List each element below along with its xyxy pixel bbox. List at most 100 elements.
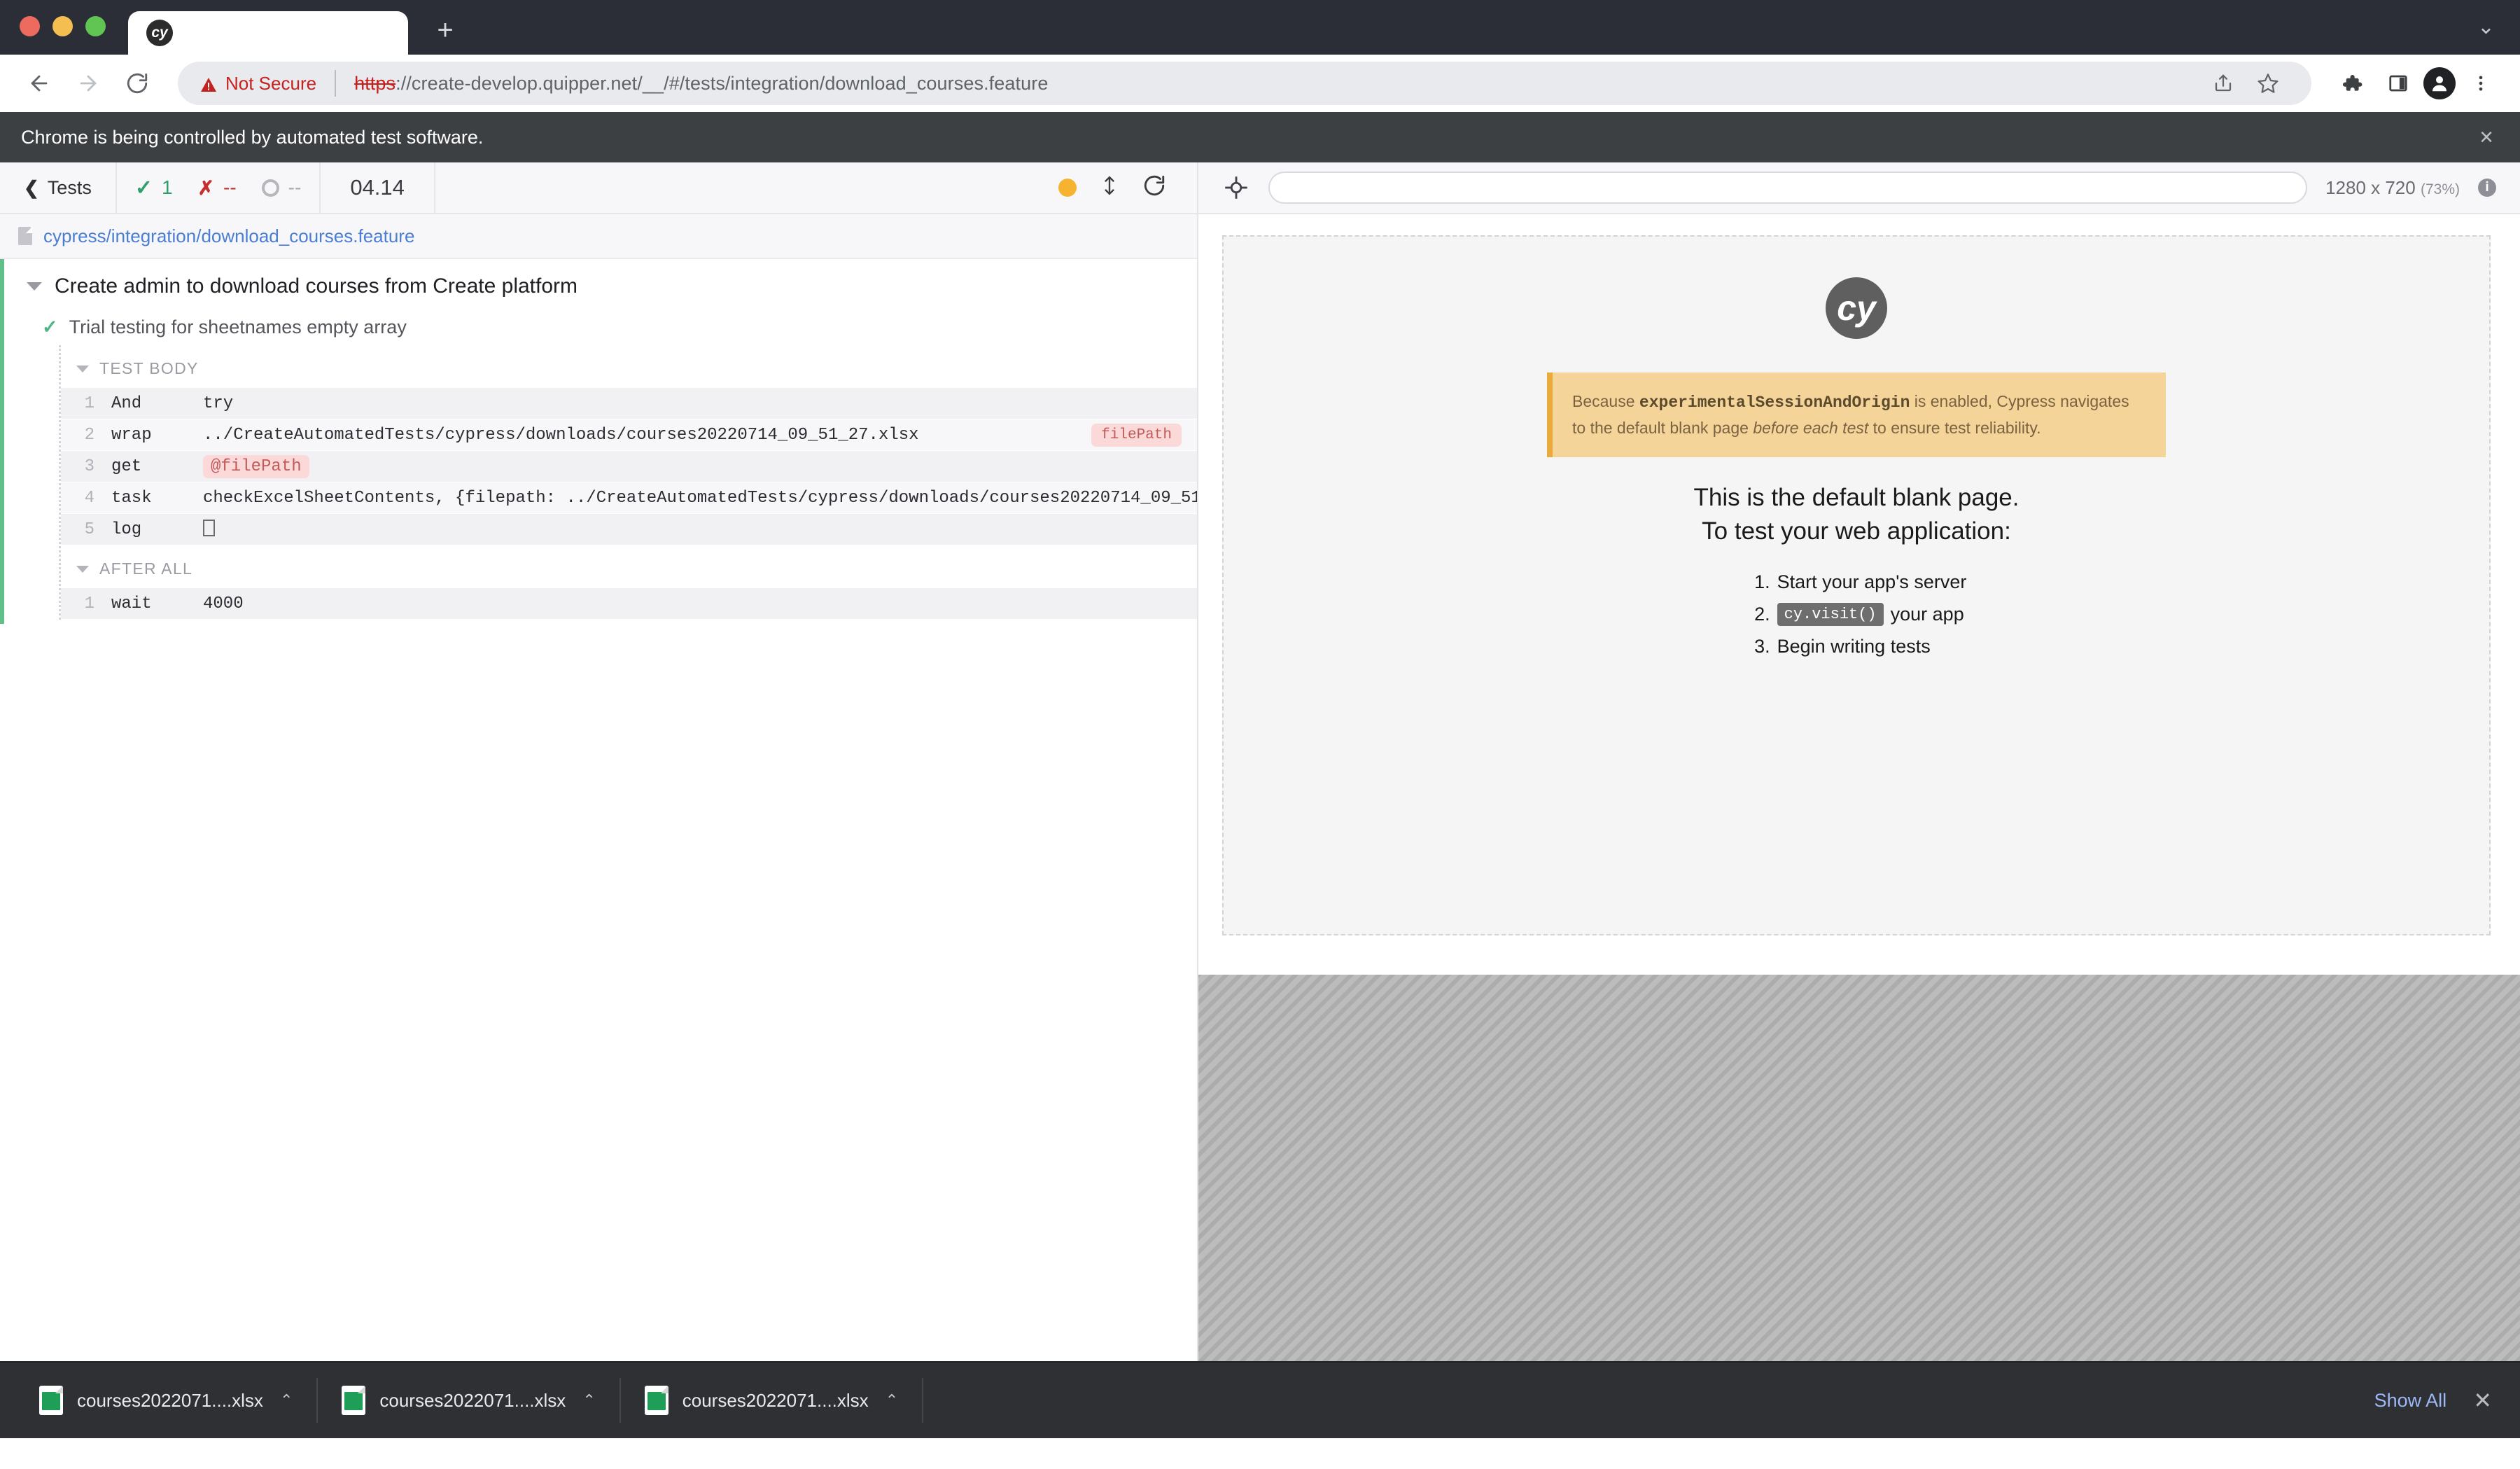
reload-icon[interactable] xyxy=(116,62,158,104)
section-header-after-all[interactable]: AFTER ALL xyxy=(61,545,1197,588)
chevron-up-icon[interactable]: ⌃ xyxy=(582,1391,595,1409)
command-row[interactable]: 4 task checkExcelSheetContents, {filepat… xyxy=(61,482,1197,514)
aut-iframe: cy Because experimentalSessionAndOrigin … xyxy=(1222,235,2491,935)
triangle-down-icon xyxy=(76,365,89,373)
test-details: TEST BODY 1 And try 2 wrap ../CreateAuto… xyxy=(59,345,1197,620)
command-row[interactable]: 2 wrap ../CreateAutomatedTests/cypress/d… xyxy=(61,419,1197,451)
xlsx-file-icon xyxy=(644,1386,668,1415)
suite-title-label: Create admin to download courses from Cr… xyxy=(55,274,578,298)
reporter-panel: ❮ Tests ✓ 1 ✗ -- -- 04.14 cypress/integr… xyxy=(0,162,1198,1361)
triangle-down-icon xyxy=(76,565,89,573)
section-header-test-body[interactable]: TEST BODY xyxy=(61,345,1197,388)
step-number: 2. xyxy=(1754,603,1770,625)
command-name: And xyxy=(111,394,142,413)
command-row[interactable]: 1 And try xyxy=(61,388,1197,419)
list-item: 3. Begin writing tests xyxy=(1746,636,1967,657)
download-item[interactable]: courses2022071....xlsx ⌃ xyxy=(15,1378,318,1423)
aut-url-input[interactable] xyxy=(1268,172,2308,204)
aut-header: 1280 x 720 (73%) i xyxy=(1198,162,2520,214)
download-shelf: courses2022071....xlsx ⌃ courses2022071.… xyxy=(0,1361,2520,1438)
minimize-window-button[interactable] xyxy=(52,16,73,36)
viewport-scale: (73%) xyxy=(2420,181,2460,197)
auto-scroll-icon[interactable] xyxy=(1100,174,1119,202)
command-number: 4 xyxy=(84,488,94,508)
command-name: get xyxy=(111,457,142,476)
browser-tab[interactable]: cy xyxy=(128,11,408,55)
stat-pending-value: -- xyxy=(288,176,302,198)
test-title-label: Trial testing for sheetnames empty array xyxy=(69,316,407,337)
not-secure-indicator[interactable]: Not Secure xyxy=(200,73,316,95)
suite-title-row[interactable]: Create admin to download courses from Cr… xyxy=(4,259,1197,311)
blank-page-line2: To test your web application: xyxy=(1702,517,2011,545)
command-number: 1 xyxy=(84,394,94,413)
download-item[interactable]: courses2022071....xlsx ⌃ xyxy=(318,1378,621,1423)
three-dot-menu-icon[interactable] xyxy=(2460,62,2502,104)
command-row[interactable]: 5 log xyxy=(61,514,1197,545)
x-icon: ✗ xyxy=(197,176,215,199)
back-arrow-icon[interactable] xyxy=(18,62,60,104)
chevron-down-icon[interactable]: ⌄ xyxy=(2477,15,2495,55)
command-number: 2 xyxy=(84,425,94,445)
download-filename: courses2022071....xlsx xyxy=(77,1389,263,1411)
maximize-window-button[interactable] xyxy=(85,16,106,36)
window-traffic-lights xyxy=(20,16,106,55)
close-icon[interactable]: × xyxy=(2479,124,2499,151)
selector-playground-icon[interactable] xyxy=(1222,174,1250,202)
aut-panel: 1280 x 720 (73%) i cy Because experiment… xyxy=(1198,162,2520,1361)
viewport-size-label: 1280 x 720 (73%) xyxy=(2325,177,2460,199)
address-bar[interactable]: Not Secure https://create-develop.quippe… xyxy=(178,62,2311,105)
omnibox-actions xyxy=(2202,62,2289,104)
browser-window: cy + ⌄ Not Secure https://create-develop… xyxy=(0,0,2520,1469)
command-row[interactable]: 3 get @filePath xyxy=(61,451,1197,482)
blank-page-line1: This is the default blank page. xyxy=(1693,484,2019,512)
command-name: wait xyxy=(111,594,152,613)
reporter-header: ❮ Tests ✓ 1 ✗ -- -- 04.14 xyxy=(0,162,1197,214)
star-icon[interactable] xyxy=(2247,62,2289,104)
side-panel-icon[interactable] xyxy=(2377,62,2419,104)
warning-italic: before each test xyxy=(1753,418,1869,437)
spec-path-link[interactable]: cypress/integration/download_courses.fea… xyxy=(43,225,414,247)
experimental-warning-banner: Because experimentalSessionAndOrigin is … xyxy=(1547,373,2166,458)
new-tab-button[interactable]: + xyxy=(429,14,461,46)
puzzle-icon[interactable] xyxy=(2331,62,2373,104)
stat-failed-value: -- xyxy=(223,176,237,198)
info-icon[interactable]: i xyxy=(2478,179,2496,197)
stat-passed-value: 1 xyxy=(161,176,173,198)
download-filename: courses2022071....xlsx xyxy=(682,1389,869,1411)
aut-empty-striped-area xyxy=(1198,975,2520,1361)
close-icon[interactable]: ✕ xyxy=(2463,1387,2505,1414)
check-icon: ✓ xyxy=(134,176,153,200)
download-item[interactable]: courses2022071....xlsx ⌃ xyxy=(621,1378,924,1423)
spec-path-bar: cypress/integration/download_courses.fea… xyxy=(0,214,1197,259)
xlsx-file-icon xyxy=(342,1386,366,1415)
suite-list: Create admin to download courses from Cr… xyxy=(0,259,1197,1361)
stat-failed: ✗ -- xyxy=(198,176,237,200)
back-to-tests-label: Tests xyxy=(47,176,92,198)
command-row[interactable]: 1 wait 4000 xyxy=(61,588,1197,620)
chevron-up-icon[interactable]: ⌃ xyxy=(280,1391,293,1409)
command-alias-badge: filePath xyxy=(1091,423,1182,447)
command-message: ../CreateAutomatedTests/cypress/download… xyxy=(203,425,919,445)
triangle-down-icon xyxy=(27,282,42,291)
blank-page-steps: 1. Start your app's server 2. cy.visit()… xyxy=(1746,571,1967,667)
chevron-up-icon[interactable]: ⌃ xyxy=(886,1391,898,1409)
test-title-row[interactable]: ✓ Trial testing for sheetnames empty arr… xyxy=(4,311,1197,345)
command-number: 3 xyxy=(84,457,94,476)
warning-triangle-icon xyxy=(200,76,217,92)
file-icon xyxy=(18,227,32,245)
step-text: Begin writing tests xyxy=(1777,635,1931,657)
command-message: checkExcelSheetContents, {filepath: ../C… xyxy=(203,488,1197,508)
forward-arrow-icon[interactable] xyxy=(67,62,109,104)
show-all-downloads-button[interactable]: Show All xyxy=(2358,1381,2464,1420)
share-icon[interactable] xyxy=(2202,62,2244,104)
cypress-logo-icon: cy xyxy=(1826,277,1887,339)
list-item: 1. Start your app's server xyxy=(1746,571,1966,593)
restart-tests-icon[interactable] xyxy=(1142,174,1166,202)
blank-page-title: This is the default blank page. To test … xyxy=(1693,481,2019,548)
command-message-wrapper: @filePath xyxy=(203,454,1197,478)
close-window-button[interactable] xyxy=(20,16,40,36)
warning-suffix: to ensure test reliability. xyxy=(1868,418,2041,437)
studio-indicator-icon[interactable] xyxy=(1058,179,1077,197)
back-to-tests-button[interactable]: ❮ Tests xyxy=(0,162,117,213)
profile-avatar-icon[interactable] xyxy=(2423,67,2456,99)
